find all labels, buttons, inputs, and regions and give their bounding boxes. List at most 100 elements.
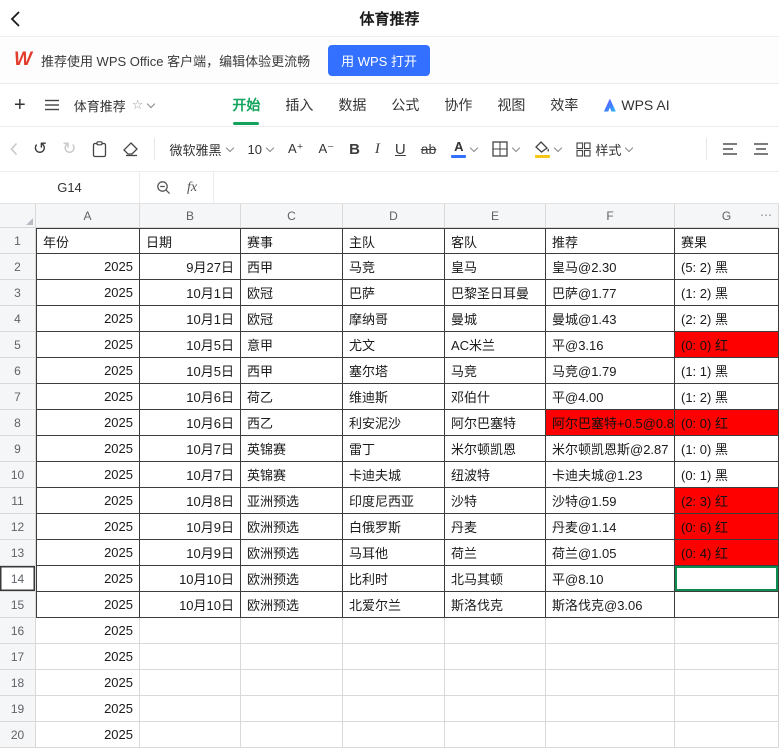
cell-D10[interactable]: 卡迪夫城 [343,462,445,488]
cell-D9[interactable]: 雷丁 [343,436,445,462]
cell-C8[interactable]: 西乙 [241,410,343,436]
cell-D3[interactable]: 巴萨 [343,280,445,306]
tab-效率[interactable]: 效率 [550,84,578,126]
cell-A17[interactable]: 2025 [36,644,140,670]
cell-G14[interactable] [675,566,779,592]
cell-E8[interactable]: 阿尔巴塞特 [445,410,546,436]
cell-A15[interactable]: 2025 [36,592,140,618]
clear-format-eraser-icon[interactable] [122,141,139,157]
favorite-star-icon[interactable]: ☆ [132,97,144,113]
cell-D12[interactable]: 白俄罗斯 [343,514,445,540]
row-header-8[interactable]: 8 [0,410,36,436]
cell-F7[interactable]: 平@4.00 [546,384,675,410]
cell-G19[interactable] [675,696,779,722]
column-header-B[interactable]: B [140,204,241,228]
cell-F13[interactable]: 荷兰@1.05 [546,540,675,566]
cell-C15[interactable]: 欧洲预选 [241,592,343,618]
align-left-icon[interactable] [722,142,738,156]
cell-D2[interactable]: 马竞 [343,254,445,280]
cell-B4[interactable]: 10月1日 [140,306,241,332]
cell-A14[interactable]: 2025 [36,566,140,592]
cell-A2[interactable]: 2025 [36,254,140,280]
column-header-A[interactable]: A [36,204,140,228]
cell-A12[interactable]: 2025 [36,514,140,540]
cell-F6[interactable]: 马竞@1.79 [546,358,675,384]
menu-hamburger-icon[interactable] [44,99,60,111]
italic-button[interactable]: I [375,141,380,158]
cell-E12[interactable]: 丹麦 [445,514,546,540]
tab-开始[interactable]: 开始 [232,84,260,126]
cell-G7[interactable]: (1: 2) 黑 [675,384,779,410]
cell-E18[interactable] [445,670,546,696]
cell-A16[interactable]: 2025 [36,618,140,644]
cell-G2[interactable]: (5: 2) 黑 [675,254,779,280]
cell-E6[interactable]: 马竞 [445,358,546,384]
cell-A5[interactable]: 2025 [36,332,140,358]
cell-F16[interactable] [546,618,675,644]
redo-icon[interactable]: ↻ [62,139,76,159]
cell-G9[interactable]: (1: 0) 黑 [675,436,779,462]
cell-G4[interactable]: (2: 2) 黑 [675,306,779,332]
cell-D11[interactable]: 印度尼西亚 [343,488,445,514]
underline-button[interactable]: U [395,141,406,158]
cell-E4[interactable]: 曼城 [445,306,546,332]
cell-C1[interactable]: 赛事 [241,228,343,254]
doc-menu-chevron-icon[interactable] [147,100,155,108]
row-header-11[interactable]: 11 [0,488,36,514]
cell-C14[interactable]: 欧洲预选 [241,566,343,592]
cell-F19[interactable] [546,696,675,722]
cell-B9[interactable]: 10月7日 [140,436,241,462]
column-header-F[interactable]: F [546,204,675,228]
column-header-G[interactable]: G⋯ [675,204,779,228]
cell-G10[interactable]: (0: 1) 黑 [675,462,779,488]
document-title[interactable]: 体育推荐 [74,96,126,115]
column-header-C[interactable]: C [241,204,343,228]
cell-B13[interactable]: 10月9日 [140,540,241,566]
cell-F12[interactable]: 丹麦@1.14 [546,514,675,540]
cell-G3[interactable]: (1: 2) 黑 [675,280,779,306]
row-header-19[interactable]: 19 [0,696,36,722]
cell-F3[interactable]: 巴萨@1.77 [546,280,675,306]
cell-F17[interactable] [546,644,675,670]
row-header-12[interactable]: 12 [0,514,36,540]
cell-F18[interactable] [546,670,675,696]
tab-视图[interactable]: 视图 [497,84,525,126]
cell-A6[interactable]: 2025 [36,358,140,384]
cell-B12[interactable]: 10月9日 [140,514,241,540]
cell-A11[interactable]: 2025 [36,488,140,514]
cell-A8[interactable]: 2025 [36,410,140,436]
cell-G17[interactable] [675,644,779,670]
cell-B11[interactable]: 10月8日 [140,488,241,514]
cell-F20[interactable] [546,722,675,748]
cell-C2[interactable]: 西甲 [241,254,343,280]
cell-F10[interactable]: 卡迪夫城@1.23 [546,462,675,488]
row-header-2[interactable]: 2 [0,254,36,280]
cell-C3[interactable]: 欧冠 [241,280,343,306]
cell-G12[interactable]: (0: 6) 红 [675,514,779,540]
row-header-18[interactable]: 18 [0,670,36,696]
cell-C4[interactable]: 欧冠 [241,306,343,332]
bold-button[interactable]: B [349,141,360,158]
decrease-font-icon[interactable]: A⁻ [319,141,335,157]
cell-C20[interactable] [241,722,343,748]
row-header-10[interactable]: 10 [0,462,36,488]
cell-D14[interactable]: 比利时 [343,566,445,592]
cell-D6[interactable]: 塞尔塔 [343,358,445,384]
select-all-corner[interactable] [0,204,36,228]
row-header-4[interactable]: 4 [0,306,36,332]
cell-A19[interactable]: 2025 [36,696,140,722]
cell-B19[interactable] [140,696,241,722]
cell-B10[interactable]: 10月7日 [140,462,241,488]
cell-D15[interactable]: 北爱尔兰 [343,592,445,618]
cell-B15[interactable]: 10月10日 [140,592,241,618]
align-center-icon[interactable] [753,142,769,156]
cell-D20[interactable] [343,722,445,748]
cell-F8[interactable]: 阿尔巴塞特+0.5@0.8 [546,410,675,436]
cell-A7[interactable]: 2025 [36,384,140,410]
toolbar-collapse-icon[interactable] [10,142,18,156]
cell-D7[interactable]: 维迪斯 [343,384,445,410]
cell-D17[interactable] [343,644,445,670]
row-header-16[interactable]: 16 [0,618,36,644]
cell-B3[interactable]: 10月1日 [140,280,241,306]
font-name-select[interactable]: 微软雅黑 [170,140,233,159]
